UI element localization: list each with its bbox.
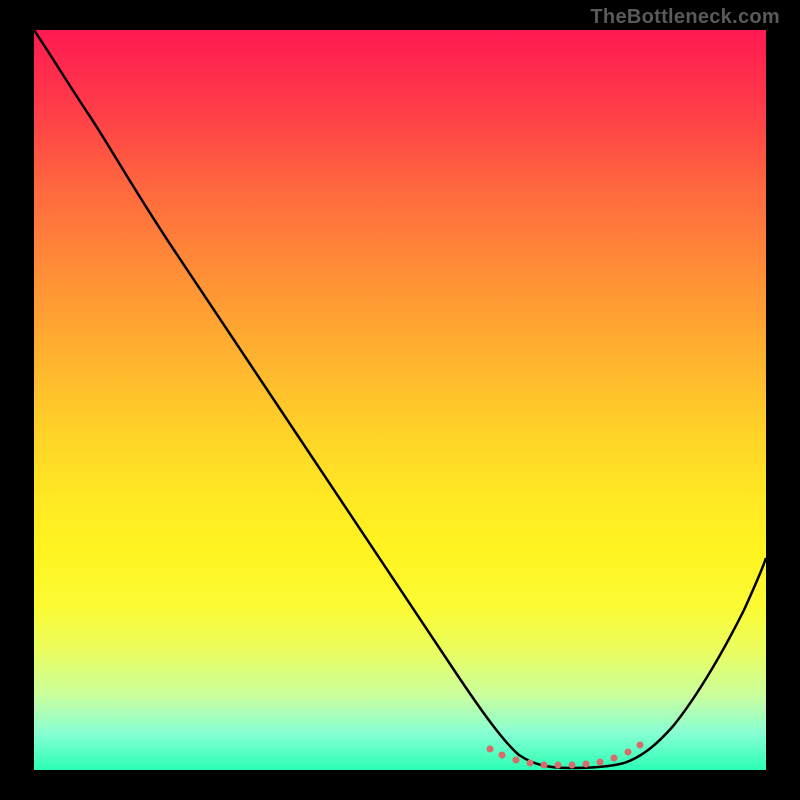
watermark-text: TheBottleneck.com <box>590 6 780 29</box>
chart-container: TheBottleneck.com <box>0 0 800 800</box>
curve-svg <box>34 30 766 770</box>
bottleneck-curve <box>34 30 766 768</box>
plot-area <box>34 30 766 770</box>
